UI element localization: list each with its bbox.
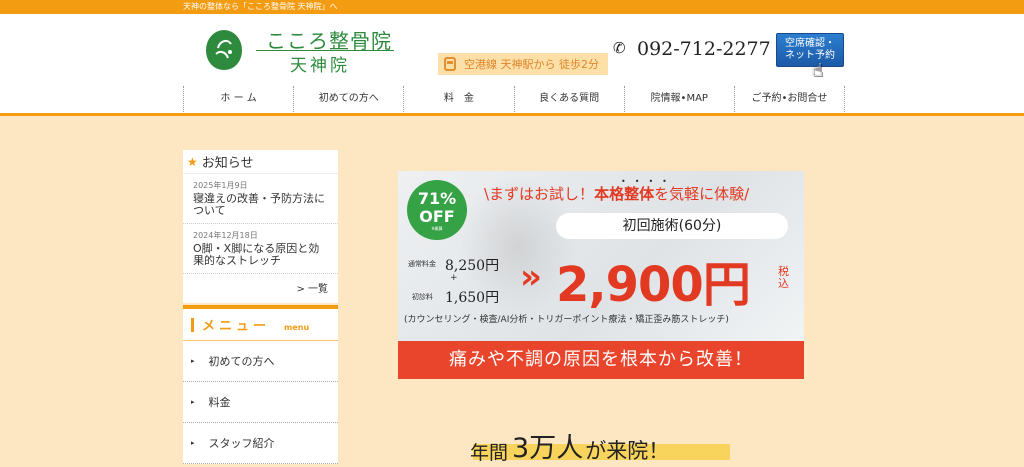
net-reservation-button[interactable]: 空席確認・ ネット予約 (776, 33, 844, 67)
discount-badge: 71% OFF ※概算 (407, 180, 467, 240)
discount-note: ※概算 (431, 226, 443, 231)
tagline-pre: \まずはお試し！ (484, 185, 595, 203)
visitors-prefix: 年間 (470, 442, 509, 464)
menu-item-staff[interactable]: ▸ スタッフ紹介 (183, 423, 338, 464)
menu-header: メニュー menu (183, 309, 338, 341)
menu-accent-bar (191, 317, 194, 332)
discount-off: OFF (419, 207, 455, 226)
news-more-link[interactable]: > 一覧 (183, 274, 338, 303)
sidebar: ★ お知らせ 2025年1月9日 寝違えの改善・予防方法について 2024年12… (183, 150, 338, 464)
access-text: 空港線 天神駅から 徒歩2分 (464, 58, 599, 71)
global-nav: ホ ー ム 初めての方へ 料 金 良くある質問 院情報•MAP ご予約•お問合せ (183, 86, 846, 112)
nav-underline (0, 113, 1024, 116)
campaign-price: 2,900円 (556, 257, 751, 313)
bullet-icon: ▸ (191, 357, 195, 365)
reserve-line-1: 空席確認・ (785, 38, 835, 49)
nav-home[interactable]: ホ ー ム (183, 86, 293, 112)
news-link[interactable]: O脚・X脚になる原因と効果的なストレッチ (193, 243, 328, 267)
plus-sign: + (450, 273, 458, 283)
tagline-post: を気軽に体験/ (654, 185, 750, 203)
menu-item-label: 初めての方へ (208, 355, 275, 368)
news-link[interactable]: 寝違えの改善・予防方法について (193, 193, 328, 217)
top-bar-text: 天神の整体なら「こころ整骨院 天神院」へ (183, 2, 338, 11)
menu-title: メニュー (202, 319, 271, 334)
visitors-count: 3万人 (512, 433, 584, 464)
visitors-suffix: が来院！ (585, 439, 670, 463)
banner-strip: 痛みや不調の原因を根本から改善！ (398, 341, 804, 379)
banner-tagline: \まずはお試し！本格整体を気軽に体験/ (484, 183, 749, 204)
initial-fee-label: 初診料 (412, 293, 433, 301)
course-contents: (カウンセリング・検査/AI分析・トリガーポイント療法・矯正歪み筋ストレッチ) (404, 315, 729, 325)
news-title: お知らせ (201, 156, 254, 171)
news-header: ★ お知らせ (183, 150, 338, 174)
menu-item-label: スタッフ紹介 (208, 437, 275, 450)
menu-subtitle: menu (284, 323, 310, 332)
news-item[interactable]: 2024年12月18日 O脚・X脚になる原因と効果的なストレッチ (183, 224, 338, 274)
regular-price: 8,250円 (445, 258, 500, 274)
menu-item-pricing[interactable]: ▸ 料金 (183, 382, 338, 423)
logo-icon[interactable] (206, 30, 242, 70)
phone-icon: ✆ (613, 39, 626, 57)
annual-visitors-heading: 年間 3万人 が来院！ (470, 425, 669, 465)
bullet-icon: ▸ (191, 439, 195, 447)
nav-faq[interactable]: 良くある質問 (513, 86, 624, 112)
nav-reservation[interactable]: ご予約•お問合せ (733, 86, 846, 112)
menu-box: メニュー menu ▸ 初めての方へ ▸ 料金 ▸ スタッフ紹介 (183, 305, 338, 464)
phone-number[interactable]: 092-712-2277 (637, 38, 771, 60)
menu-item-label: 料金 (208, 396, 231, 409)
news-box: ★ お知らせ 2025年1月9日 寝違えの改善・予防方法について 2024年12… (183, 150, 338, 303)
news-item[interactable]: 2025年1月9日 寝違えの改善・予防方法について (183, 174, 338, 224)
discount-percent: 71% (417, 189, 457, 208)
tagline-bold: 本格整体 (594, 185, 655, 203)
news-date: 2025年1月9日 (193, 181, 248, 190)
top-bar: 天神の整体なら「こころ整骨院 天神院」へ (0, 0, 1024, 14)
nav-pricing[interactable]: 料 金 (403, 86, 513, 112)
first-visit-label: 初回施術(60分) (556, 213, 788, 239)
menu-item-first-time[interactable]: ▸ 初めての方へ (183, 341, 338, 382)
nav-clinic-info[interactable]: 院情報•MAP (623, 86, 734, 112)
tax-included: 税込 (778, 265, 789, 290)
campaign-banner[interactable]: 71% OFF ※概算 •••• \まずはお試し！本格整体を気軽に体験/ 初回施… (398, 171, 804, 379)
pin-icon: ★ (187, 154, 198, 169)
train-icon (444, 57, 456, 71)
arrow-icon: » (520, 257, 542, 297)
access-badge: 空港線 天神駅から 徒歩2分 (438, 53, 608, 75)
bullet-icon: ▸ (191, 398, 195, 406)
regular-price-label: 通常料金 (408, 260, 436, 268)
reserve-line-2: ネット予約 (785, 50, 835, 61)
initial-fee: 1,650円 (445, 290, 500, 306)
news-date: 2024年12月18日 (193, 231, 258, 240)
nav-first-time[interactable]: 初めての方へ (293, 86, 403, 112)
hand-cursor-icon: ☝ (812, 60, 823, 81)
logo-subname: 天神院 (290, 56, 350, 76)
